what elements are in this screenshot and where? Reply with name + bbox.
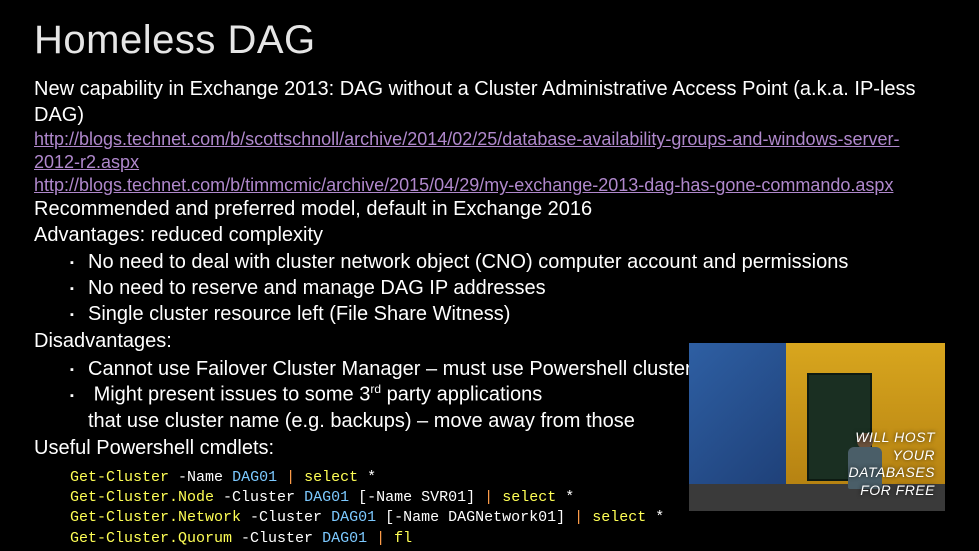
advantage-item: No need to deal with cluster network obj… [70, 250, 945, 276]
ps-star: * [655, 509, 664, 526]
ps-pipe: | [286, 469, 295, 486]
ps-param: -Name [178, 469, 223, 486]
advantage-item: Single cluster resource left (File Share… [70, 302, 945, 328]
ps-arg: DAG01 [322, 530, 367, 547]
caption-line: FOR FREE [860, 482, 935, 498]
link-technet-2[interactable]: http://blogs.technet.com/b/timmcmic/arch… [34, 174, 945, 197]
ps-param: -Cluster [241, 530, 313, 547]
ps-arg: DAG01 [232, 469, 277, 486]
dis-2-sup: rd [370, 382, 381, 396]
caption-line: YOUR [893, 447, 935, 463]
homeless-image: WILL HOST YOUR DATABASES FOR FREE [689, 343, 945, 511]
caption-line: WILL HOST [855, 429, 935, 445]
ps-star: * [367, 469, 376, 486]
ps-cmd: Get-Cluster [70, 469, 169, 486]
image-caption: WILL HOST YOUR DATABASES FOR FREE [849, 429, 935, 499]
dis-2-part-a: Might present issues to some 3 [94, 384, 371, 406]
ps-arg: DAG01 [304, 489, 349, 506]
ps-pipe: | [484, 489, 493, 506]
ps-cmd: Get-Cluster.Network [70, 509, 241, 526]
ps-cmd: fl [394, 530, 412, 547]
ps-arg: DAG01 [331, 509, 376, 526]
ps-cmd: select [502, 489, 556, 506]
ps-param: -Cluster [223, 489, 295, 506]
ps-cmd: Get-Cluster.Quorum [70, 530, 232, 547]
link-technet-1[interactable]: http://blogs.technet.com/b/scottschnoll/… [34, 128, 945, 174]
ps-bracket: [-Name SVR01] [358, 489, 475, 506]
ps-cmd: select [592, 509, 646, 526]
ps-cmd: select [304, 469, 358, 486]
ps-param: -Cluster [250, 509, 322, 526]
ps-star: * [565, 489, 574, 506]
recommended-line: Recommended and preferred model, default… [34, 197, 945, 223]
advantages-heading: Advantages: reduced complexity [34, 223, 945, 249]
dis-2-part-c: that use cluster name (e.g. backups) – m… [88, 410, 635, 432]
caption-line: DATABASES [849, 464, 935, 480]
advantage-item: No need to reserve and manage DAG IP add… [70, 276, 945, 302]
ps-bracket: [-Name DAGNetwork01] [385, 509, 565, 526]
ps-cmd: Get-Cluster.Node [70, 489, 214, 506]
slide-title: Homeless DAG [34, 18, 945, 63]
ps-pipe: | [376, 530, 385, 547]
ps-pipe: | [574, 509, 583, 526]
intro-line: New capability in Exchange 2013: DAG wit… [34, 77, 945, 128]
dis-2-part-b: party applications [381, 384, 542, 406]
slide: Homeless DAG New capability in Exchange … [0, 0, 979, 551]
advantages-list: No need to deal with cluster network obj… [70, 250, 945, 327]
